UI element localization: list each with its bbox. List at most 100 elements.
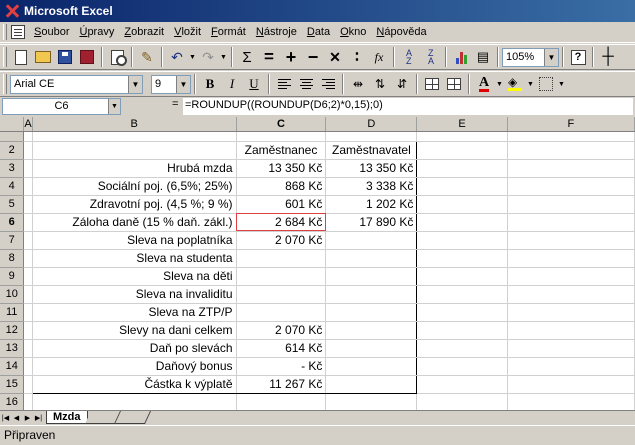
- font-name-dropdown-arrow[interactable]: ▼: [128, 75, 142, 93]
- cell[interactable]: [416, 231, 508, 250]
- worksheet-grid[interactable]: A B C D E F 2 Zaměstnanec Zaměstnavatel …: [0, 117, 635, 410]
- zoom-combo[interactable]: 105% ▼: [502, 47, 559, 67]
- menu-grip[interactable]: [3, 24, 7, 40]
- cell-c2[interactable]: Zaměstnanec: [235, 140, 327, 160]
- column-header-d[interactable]: D: [325, 117, 418, 132]
- cell[interactable]: [23, 267, 33, 286]
- drawing-button[interactable]: ▤: [472, 46, 494, 68]
- underline-button[interactable]: U: [243, 73, 265, 95]
- merge-center-button[interactable]: ⇹: [347, 73, 369, 95]
- cell[interactable]: [23, 303, 33, 322]
- row-header[interactable]: 7: [0, 231, 25, 250]
- row-header[interactable]: 14: [0, 357, 25, 376]
- borders-dropdown-arrow[interactable]: ▼: [557, 73, 566, 95]
- cell[interactable]: [507, 375, 635, 394]
- cell-d3[interactable]: 13 350 Kč: [325, 159, 418, 178]
- font-name-combo[interactable]: Arial CE ▼: [10, 74, 143, 94]
- open-button[interactable]: [32, 46, 54, 68]
- sort-descending-button[interactable]: ZA: [420, 46, 442, 68]
- cell-c9[interactable]: [235, 267, 327, 286]
- cell-d10[interactable]: [325, 285, 418, 304]
- equals-button[interactable]: =: [258, 46, 280, 68]
- cell-c14[interactable]: - Kč: [235, 357, 327, 376]
- align-right-button[interactable]: [317, 73, 339, 95]
- cell-b7[interactable]: Sleva na poplatníka: [31, 231, 237, 250]
- row-header[interactable]: 13: [0, 339, 25, 358]
- cell-b8[interactable]: Sleva na studenta: [31, 249, 237, 268]
- cell[interactable]: [32, 393, 237, 410]
- cell-c13[interactable]: 614 Kč: [235, 339, 327, 358]
- cell[interactable]: [32, 131, 237, 142]
- cell[interactable]: [416, 321, 508, 340]
- cell[interactable]: [507, 213, 635, 232]
- row-header[interactable]: [0, 131, 25, 142]
- cell-d5[interactable]: 1 202 Kč: [325, 195, 418, 214]
- zoom-dropdown-arrow[interactable]: ▼: [544, 48, 558, 66]
- cell-d2[interactable]: Zaměstnavatel: [325, 140, 418, 160]
- cell[interactable]: [23, 393, 33, 410]
- row-header[interactable]: 12: [0, 321, 25, 340]
- row-header[interactable]: 8: [0, 249, 25, 268]
- selected-cell[interactable]: 2 684 Kč: [235, 213, 327, 232]
- borders-button[interactable]: [535, 73, 557, 95]
- print-preview-button[interactable]: [106, 46, 128, 68]
- column-header-b[interactable]: B: [32, 117, 237, 132]
- divide-button[interactable]: ∶: [346, 46, 368, 68]
- column-header-c[interactable]: C: [236, 117, 327, 132]
- font-size-dropdown-arrow[interactable]: ▼: [176, 75, 190, 93]
- minus-button[interactable]: −: [302, 46, 324, 68]
- cell-d4[interactable]: 3 338 Kč: [325, 177, 418, 196]
- cell-d7[interactable]: [325, 231, 418, 250]
- formula-input[interactable]: =ROUNDUP((ROUNDUP(D6;2)*0,15);0): [183, 98, 633, 115]
- toolbar-grip[interactable]: [3, 47, 7, 67]
- wrap-text-button[interactable]: ⇅: [369, 73, 391, 95]
- toolbar-grip[interactable]: [3, 74, 7, 94]
- cell-c8[interactable]: [235, 249, 327, 268]
- font-color-dropdown-arrow[interactable]: ▼: [495, 73, 504, 95]
- cell-d11[interactable]: [325, 303, 418, 322]
- multiply-button[interactable]: ✕: [324, 46, 346, 68]
- redo-dropdown-arrow[interactable]: ▼: [219, 46, 228, 68]
- cell-d6[interactable]: 17 890 Kč: [325, 213, 418, 232]
- cell-b11[interactable]: Sleva na ZTP/P: [31, 303, 237, 322]
- sort-ascending-button[interactable]: AZ: [398, 46, 420, 68]
- name-box[interactable]: C6 ▼: [2, 98, 121, 115]
- cell[interactable]: [507, 357, 635, 376]
- cell[interactable]: [416, 375, 508, 394]
- cell[interactable]: [507, 131, 635, 142]
- plus-button[interactable]: +: [280, 46, 302, 68]
- cell[interactable]: [236, 393, 327, 410]
- excel-app-icon[interactable]: [4, 3, 20, 19]
- decimal-button[interactable]: ⇵: [391, 73, 413, 95]
- cell-b5[interactable]: Zdravotní poj. (4,5 %; 9 %): [31, 195, 237, 214]
- cell[interactable]: [507, 267, 635, 286]
- undo-dropdown-arrow[interactable]: ▼: [188, 46, 197, 68]
- cell[interactable]: [23, 339, 33, 358]
- cell-d8[interactable]: [325, 249, 418, 268]
- cell[interactable]: [416, 267, 508, 286]
- cell[interactable]: [416, 141, 508, 160]
- cell[interactable]: [507, 393, 635, 410]
- row-header[interactable]: 9: [0, 267, 25, 286]
- row-header[interactable]: 15: [0, 375, 25, 394]
- cell-d15[interactable]: [325, 374, 418, 394]
- cell[interactable]: [507, 141, 635, 160]
- redo-button[interactable]: ↷: [197, 46, 219, 68]
- cell-c12[interactable]: 2 070 Kč: [235, 321, 327, 340]
- cell[interactable]: [416, 393, 508, 410]
- cell-c10[interactable]: [235, 285, 327, 304]
- font-size-combo[interactable]: 9 ▼: [151, 74, 191, 94]
- row-header[interactable]: 16: [0, 393, 25, 410]
- table-format-button[interactable]: [443, 73, 465, 95]
- save-as-button[interactable]: [76, 46, 98, 68]
- cell[interactable]: [325, 393, 418, 410]
- row-header[interactable]: 10: [0, 285, 25, 304]
- align-center-button[interactable]: [295, 73, 317, 95]
- insert-function-button[interactable]: fx: [368, 46, 390, 68]
- cell[interactable]: [236, 131, 327, 142]
- cell[interactable]: [23, 375, 33, 394]
- sheet-tab[interactable]: [114, 411, 151, 424]
- cell[interactable]: [507, 321, 635, 340]
- cell[interactable]: [416, 249, 508, 268]
- cell-c5[interactable]: 601 Kč: [235, 195, 327, 214]
